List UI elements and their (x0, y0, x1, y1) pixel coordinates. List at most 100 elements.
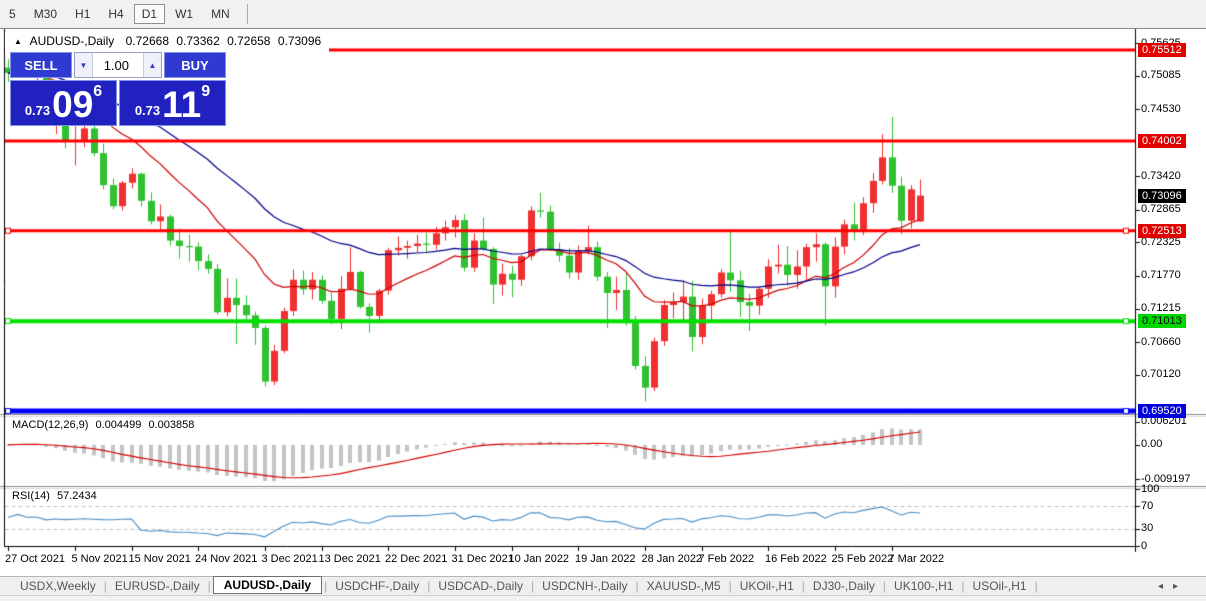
volume-increase-icon[interactable]: ▲ (143, 53, 161, 77)
ohlc-open: 0.72668 (125, 34, 170, 48)
buy-price-point: 9 (201, 83, 211, 100)
date-tick-label: 31 Dec 2021 (451, 553, 514, 565)
date-tick-label: 10 Jan 2022 (508, 553, 570, 565)
ohlc-close: 0.73096 (277, 34, 322, 48)
date-tick-label: 5 Nov 2021 (71, 553, 128, 565)
date-tick-label: 13 Dec 2021 (318, 553, 381, 565)
tab-separator: | (531, 579, 535, 593)
level-price-label: 0.75512 (1138, 43, 1186, 58)
rsi-indicator-label: RSI(14) 57.2434 (12, 490, 97, 502)
date-tick-label: 28 Jan 2022 (641, 553, 703, 565)
chart-caption: ▲ AUDUSD-,Daily 0.72668 0.73362 0.72658 … (5, 32, 330, 54)
status-bar (0, 595, 1206, 601)
sell-price-pips: 09 (52, 84, 94, 126)
level-price-label: 0.74002 (1138, 134, 1186, 149)
macd-main-value: 0.004499 (95, 419, 142, 431)
rsi-tick-label: 70 (1141, 499, 1154, 512)
price-tick-label: 0.75085 (1141, 69, 1181, 82)
rsi-tick-label: 0 (1141, 539, 1148, 552)
sell-price-display[interactable]: 0.73 09 6 (10, 80, 117, 126)
timeframe-button-mn[interactable]: MN (203, 4, 238, 24)
timeframe-buttons: 5 M30 H1 H4 D1 W1 MN (0, 4, 256, 24)
date-tick-label: 3 Dec 2021 (261, 553, 318, 565)
tab-usdxweekly[interactable]: USDX,Weekly (14, 578, 102, 594)
tab-usoilh1[interactable]: USOil-,H1 (967, 578, 1033, 594)
price-tick-label: 0.70660 (1141, 335, 1181, 348)
date-tick-label: 19 Jan 2022 (575, 553, 636, 565)
ohlc-low: 0.72658 (227, 34, 271, 48)
price-tick-label: 0.71215 (1141, 302, 1181, 315)
volume-stepper[interactable]: ▼ 1.00 ▲ (74, 52, 162, 78)
price-tick-label: 0.71770 (1141, 269, 1181, 282)
sell-price-prefix: 0.73 (24, 103, 51, 118)
mt4-window: 5 M30 H1 H4 D1 W1 MN ▲ AUDUSD-,Daily 0.72668 0… (0, 0, 1206, 601)
macd-tick-label: 0.00 (1141, 438, 1163, 451)
one-click-trading-panel: SELL ▼ 1.00 ▲ BUY 0.73 09 6 0.73 11 9 (10, 52, 226, 126)
date-tick-label: 15 Nov 2021 (128, 553, 191, 565)
buy-price-pips: 11 (162, 84, 202, 126)
level-price-label: 0.69520 (1138, 404, 1186, 419)
rsi-name: RSI(14) (12, 490, 50, 502)
tab-scroll-left-icon[interactable]: ◂ (1158, 581, 1163, 592)
tab-separator: | (427, 579, 431, 593)
date-tick-label: 27 Oct 2021 (5, 553, 65, 565)
timeframe-button-w1[interactable]: W1 (167, 4, 201, 24)
tab-eurusddaily[interactable]: EURUSD-,Daily (109, 578, 206, 594)
tab-separator: | (207, 579, 211, 593)
rsi-tick-label: 30 (1141, 522, 1154, 535)
timeframe-toolbar: 5 M30 H1 H4 D1 W1 MN (0, 0, 1206, 29)
tab-scroll-arrows: ◂ ▸ (1158, 581, 1178, 592)
tab-ukoilh1[interactable]: UKOil-,H1 (734, 578, 800, 594)
level-price-label: 0.71013 (1138, 314, 1186, 329)
chart-tab-bar: USDX,Weekly | EURUSD-,Daily | AUDUSD-,Daily |… (0, 576, 1206, 595)
rsi-current-value: 57.2434 (56, 490, 97, 502)
date-tick-label: 25 Feb 2022 (831, 553, 894, 565)
chart-symbol-label: AUDUSD-,Daily (29, 34, 115, 48)
rsi-tick-label: 100 (1141, 482, 1160, 495)
date-tick-label: 22 Dec 2021 (385, 553, 448, 565)
level-price-label: 0.72513 (1138, 223, 1186, 238)
volume-value[interactable]: 1.00 (93, 53, 143, 77)
timeframe-button-5[interactable]: 5 (1, 4, 24, 24)
price-tick-label: 0.73420 (1141, 169, 1181, 182)
volume-decrease-icon[interactable]: ▼ (75, 53, 93, 77)
price-tick-label: 0.72865 (1141, 203, 1181, 216)
tab-dj30daily[interactable]: DJ30-,Daily (807, 578, 881, 594)
sell-price-point: 6 (93, 83, 103, 100)
tab-separator: | (324, 579, 328, 593)
tab-separator: | (103, 579, 107, 593)
buy-price-prefix: 0.73 (134, 103, 161, 118)
timeframe-button-d1[interactable]: D1 (133, 4, 166, 24)
tab-separator: | (635, 579, 639, 593)
buy-price-display[interactable]: 0.73 11 9 (119, 80, 226, 126)
date-tick-label: 16 Feb 2022 (765, 553, 827, 565)
tab-usdcaddaily[interactable]: USDCAD-,Daily (432, 578, 529, 594)
tab-separator: | (728, 579, 732, 593)
chart-collapse-icon[interactable]: ▲ (14, 37, 22, 46)
macd-signal-value: 0.003858 (148, 419, 195, 431)
macd-indicator-label: MACD(12,26,9) 0.004499 0.003858 (12, 419, 194, 431)
tab-separator: | (801, 579, 805, 593)
ohlc-high: 0.73362 (176, 34, 220, 48)
current-price-label: 0.73096 (1138, 188, 1186, 203)
price-tick-label: 0.74530 (1141, 102, 1181, 115)
tab-uk100h1[interactable]: UK100-,H1 (888, 578, 959, 594)
tab-usdchfdaily[interactable]: USDCHF-,Daily (329, 578, 425, 594)
tab-separator: | (961, 579, 965, 593)
date-tick-label: 7 Feb 2022 (698, 553, 755, 565)
tab-scroll-right-icon[interactable]: ▸ (1173, 581, 1178, 592)
chart-tabs: USDX,Weekly | EURUSD-,Daily | AUDUSD-,Daily |… (14, 576, 1040, 595)
macd-name: MACD(12,26,9) (12, 419, 89, 431)
sell-button[interactable]: SELL (10, 52, 72, 78)
buy-button[interactable]: BUY (164, 52, 226, 78)
tab-audusddaily[interactable]: AUDUSD-,Daily (212, 576, 323, 594)
timeframe-button-m30[interactable]: M30 (26, 4, 65, 24)
timeframe-button-h4[interactable]: H4 (100, 4, 131, 24)
date-tick-label: 24 Nov 2021 (195, 553, 258, 565)
tab-usdcnhdaily[interactable]: USDCNH-,Daily (536, 578, 633, 594)
date-tick-label: 7 Mar 2022 (888, 553, 945, 565)
price-tick-label: 0.70120 (1141, 368, 1181, 381)
timeframe-button-h1[interactable]: H1 (67, 4, 98, 24)
tab-xauusdm5[interactable]: XAUUSD-,M5 (641, 578, 727, 594)
toolbar-separator (246, 4, 248, 24)
